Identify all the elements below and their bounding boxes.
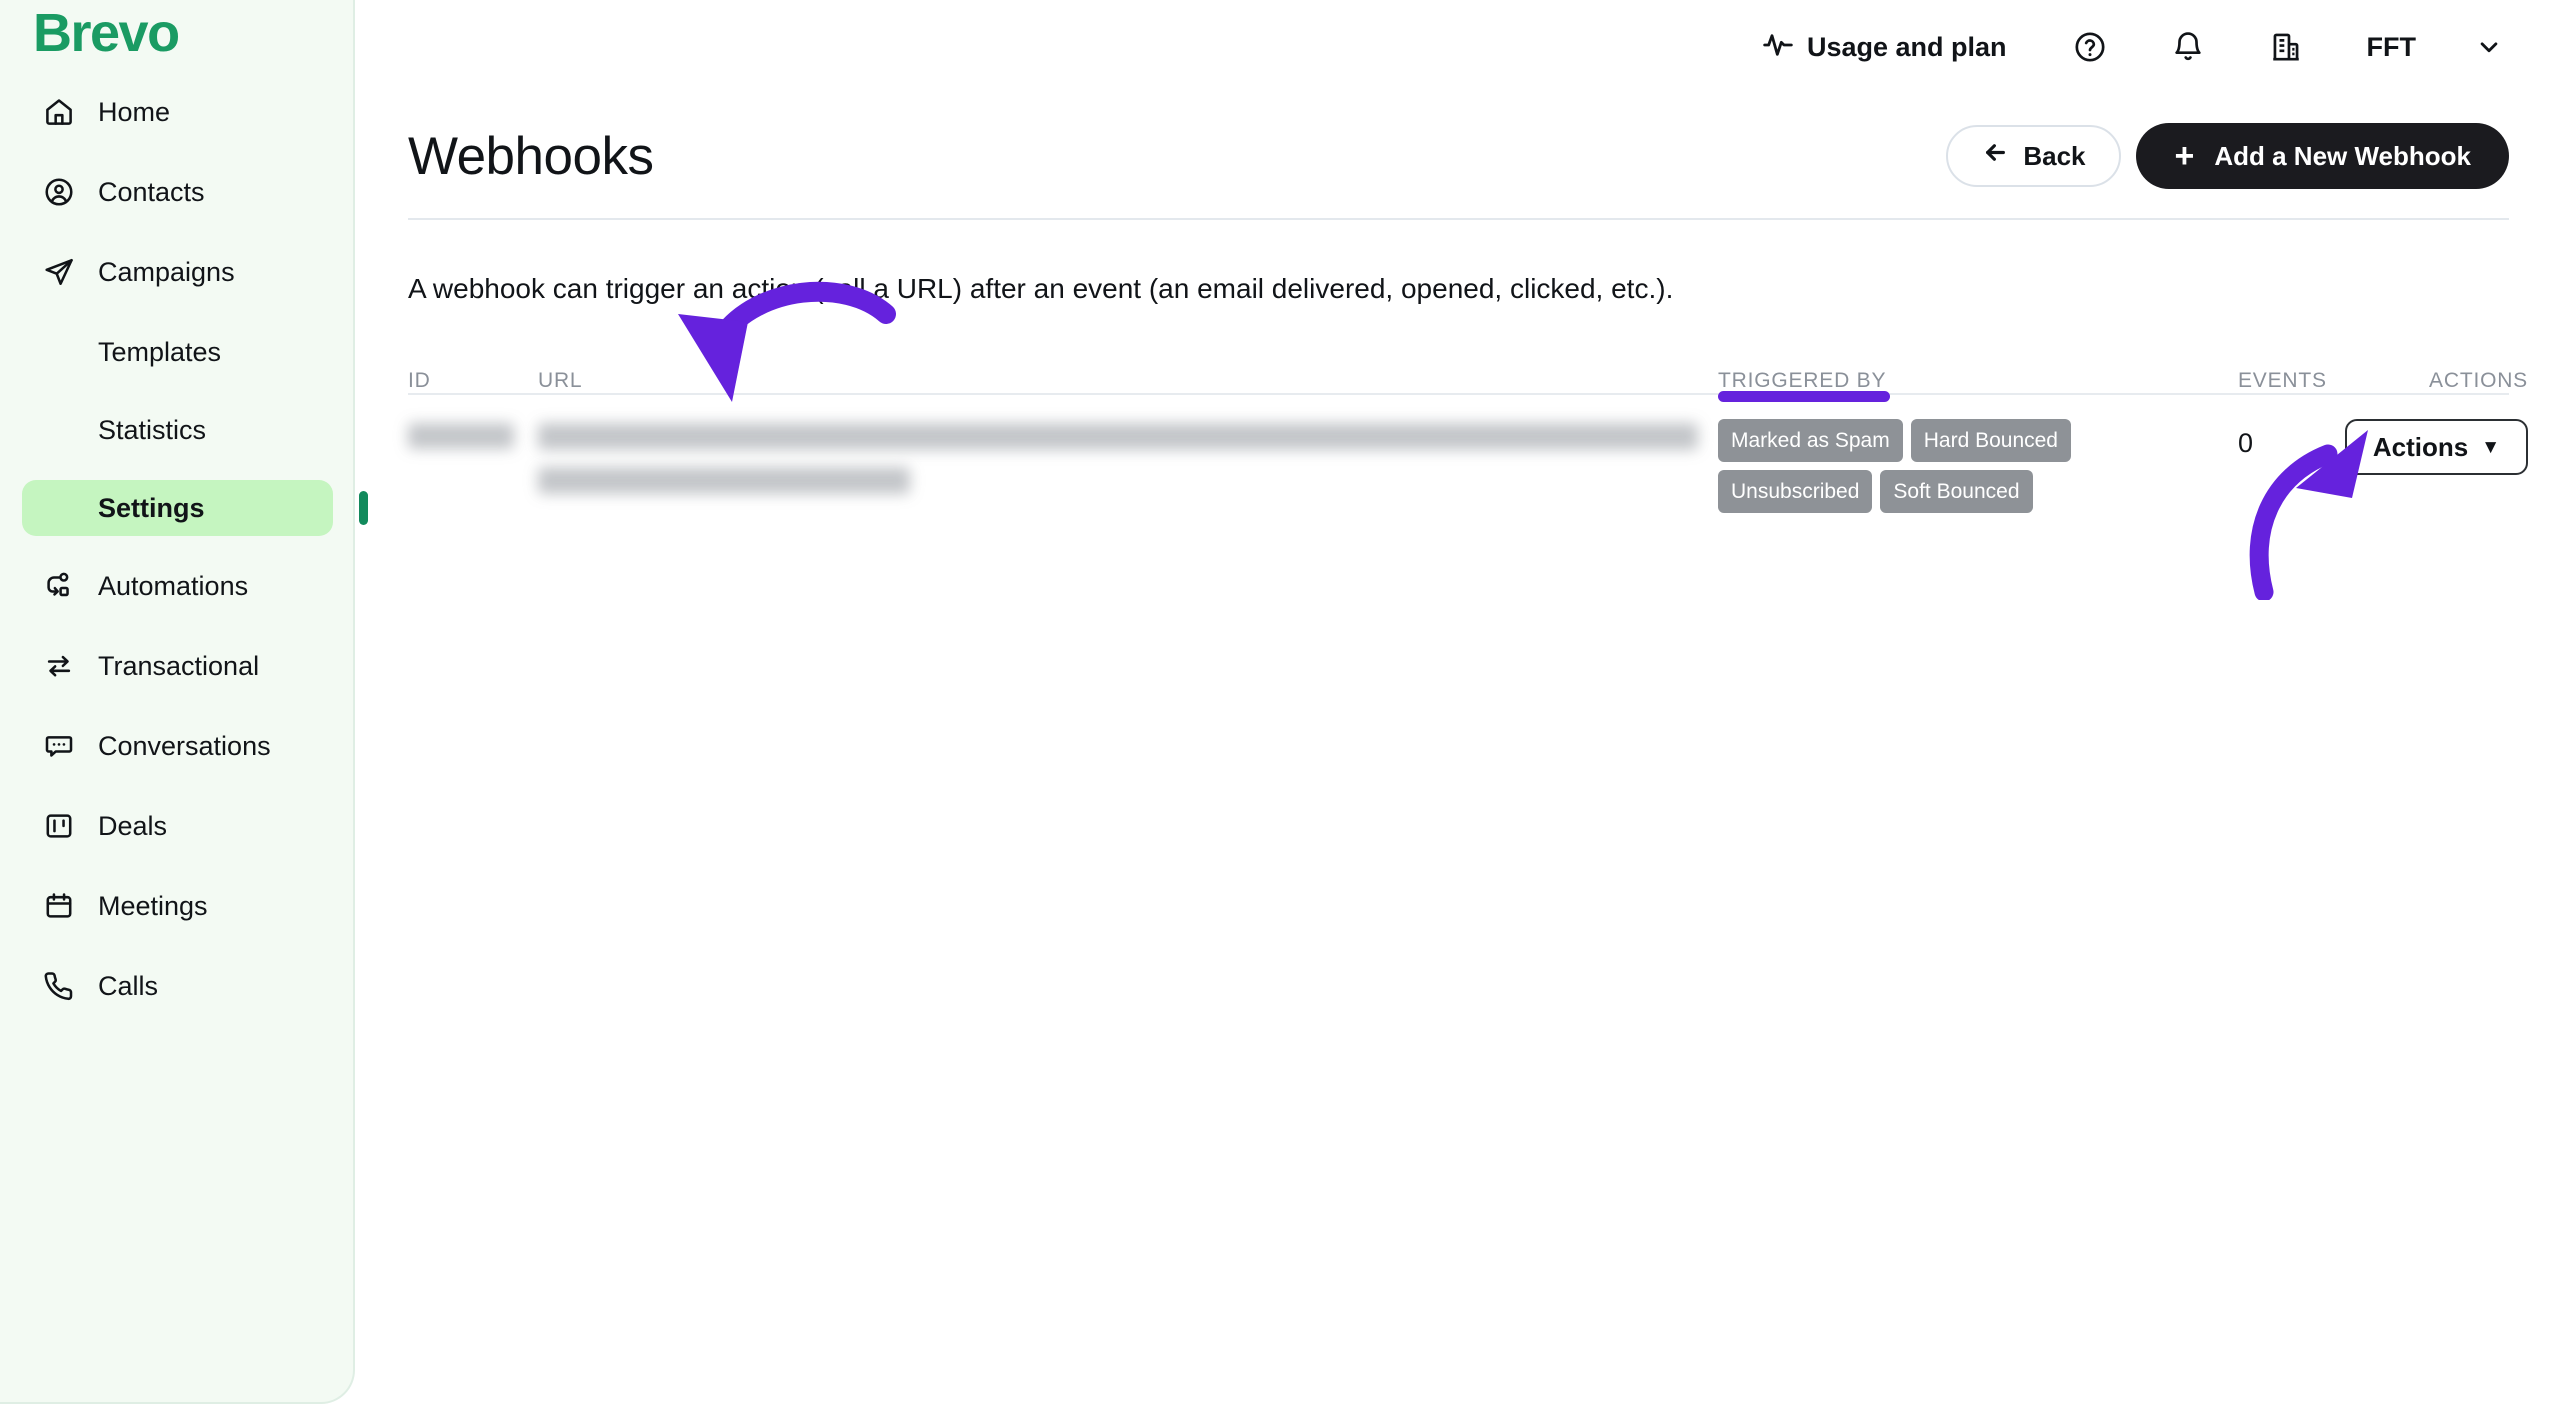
conversations-icon	[40, 727, 78, 765]
sidebar-item-label: Settings	[98, 492, 205, 523]
redacted-url-line-1	[538, 423, 1698, 450]
sidebar-item-home[interactable]: Home	[22, 84, 333, 140]
sidebar-item-label: Deals	[98, 810, 168, 841]
transactional-icon	[40, 647, 78, 685]
sidebar-item-transactional[interactable]: Transactional	[22, 638, 333, 694]
sidebar-item-label: Home	[98, 96, 171, 127]
sidebar-item-label: Conversations	[98, 730, 271, 761]
contacts-icon	[40, 173, 78, 211]
add-new-webhook-button[interactable]: + Add a New Webhook	[2136, 123, 2509, 189]
cell-actions: Actions ▼	[2344, 419, 2528, 475]
chevron-down-icon[interactable]	[2474, 32, 2504, 62]
column-header-id: ID	[408, 369, 431, 392]
sidebar-item-label: Automations	[98, 570, 249, 601]
column-header-actions: ACTIONS	[2429, 369, 2528, 392]
cell-url-redacted	[538, 419, 1718, 494]
triggered-by-tag: Soft Bounced	[1880, 470, 2033, 513]
calls-icon	[40, 967, 78, 1005]
organization-name[interactable]: FFT	[2367, 32, 2416, 63]
column-header-url: URL	[538, 369, 583, 392]
cell-id-redacted	[408, 419, 538, 449]
sidebar: Brevo Home Contacts Campaigns Templates Stat…	[0, 0, 368, 1404]
sidebar-item-statistics[interactable]: Statistics	[22, 402, 333, 458]
sidebar-item-deals[interactable]: Deals	[22, 798, 333, 854]
bell-icon[interactable]	[2171, 30, 2205, 64]
home-icon	[40, 93, 78, 131]
plus-icon: +	[2174, 137, 2195, 175]
usage-and-plan-label: Usage and plan	[1806, 31, 2007, 62]
meetings-icon	[40, 887, 78, 925]
help-circle-icon[interactable]	[2073, 30, 2107, 64]
webhooks-table: ID URL TRIGGERED BY EVENTS ACTIONS Marke…	[408, 345, 2528, 513]
top-header: Usage and plan FFT	[355, 0, 2560, 94]
table-header-row: ID URL TRIGGERED BY EVENTS ACTIONS	[408, 345, 2527, 402]
triggered-by-tag-list: Marked as Spam Hard Bounced Unsubscribed So…	[1718, 419, 2218, 513]
sidebar-item-automations[interactable]: Automations	[22, 558, 333, 614]
sidebar-item-label: Statistics	[98, 414, 207, 445]
triggered-by-tag: Marked as Spam	[1718, 419, 1903, 462]
page-header-row: Webhooks Back + Add a New Webhook	[408, 94, 2509, 220]
sidebar-item-settings[interactable]: Settings	[22, 480, 368, 536]
page-description: A webhook can trigger an action (call a …	[408, 273, 1674, 304]
sidebar-item-label: Campaigns	[98, 256, 235, 287]
column-header-triggered-by: TRIGGERED BY	[1718, 369, 2238, 402]
arrow-left-icon	[1982, 139, 2009, 173]
cell-triggered-by: Marked as Spam Hard Bounced Unsubscribed So…	[1718, 419, 2238, 513]
sidebar-item-templates[interactable]: Templates	[22, 324, 333, 380]
sidebar-item-label: Contacts	[98, 176, 205, 207]
caret-down-icon: ▼	[2481, 436, 2500, 458]
back-button[interactable]: Back	[1946, 125, 2122, 187]
app-root: Brevo Home Contacts Campaigns Templates Stat…	[0, 0, 2560, 1414]
triggered-by-highlight-underline	[1718, 391, 1890, 402]
automations-icon	[40, 567, 78, 605]
campaigns-icon	[40, 253, 78, 291]
sidebar-item-contacts[interactable]: Contacts	[22, 164, 333, 220]
sidebar-item-meetings[interactable]: Meetings	[22, 878, 333, 934]
sidebar-item-label: Meetings	[98, 890, 208, 921]
usage-and-plan-button[interactable]: Usage and plan	[1762, 29, 2007, 66]
sidebar-item-conversations[interactable]: Conversations	[22, 718, 333, 774]
table-row: Marked as Spam Hard Bounced Unsubscribed So…	[408, 395, 2528, 513]
column-header-events: EVENTS	[2238, 369, 2327, 392]
triggered-by-tag: Hard Bounced	[1910, 419, 2071, 462]
column-header-triggered-by-label: TRIGGERED BY	[1718, 369, 1887, 392]
redacted-url-line-2	[538, 467, 910, 494]
sidebar-item-label: Calls	[98, 970, 159, 1001]
activity-pulse-icon	[1762, 29, 1794, 66]
main-content: Webhooks Back + Add a New Webhook A webh…	[355, 94, 2560, 513]
back-button-label: Back	[2023, 140, 2086, 171]
redacted-id-block	[408, 423, 514, 449]
brevo-logo[interactable]: Brevo	[33, 6, 180, 60]
triggered-by-tag: Unsubscribed	[1718, 470, 1873, 513]
page-title: Webhooks	[408, 126, 654, 186]
page-actions: Back + Add a New Webhook	[1946, 123, 2509, 189]
sidebar-item-calls[interactable]: Calls	[22, 958, 333, 1014]
actions-dropdown-button[interactable]: Actions ▼	[2344, 419, 2528, 475]
sidebar-item-label: Templates	[98, 336, 222, 367]
sidebar-item-campaigns[interactable]: Campaigns	[22, 244, 333, 300]
sidebar-nav-list: Home Contacts Campaigns Templates Statistics…	[0, 84, 368, 1038]
add-new-webhook-label: Add a New Webhook	[2214, 140, 2471, 171]
deals-icon	[40, 807, 78, 845]
actions-button-label: Actions	[2372, 431, 2469, 462]
sidebar-item-label: Transactional	[98, 650, 260, 681]
building-icon[interactable]	[2269, 30, 2303, 64]
